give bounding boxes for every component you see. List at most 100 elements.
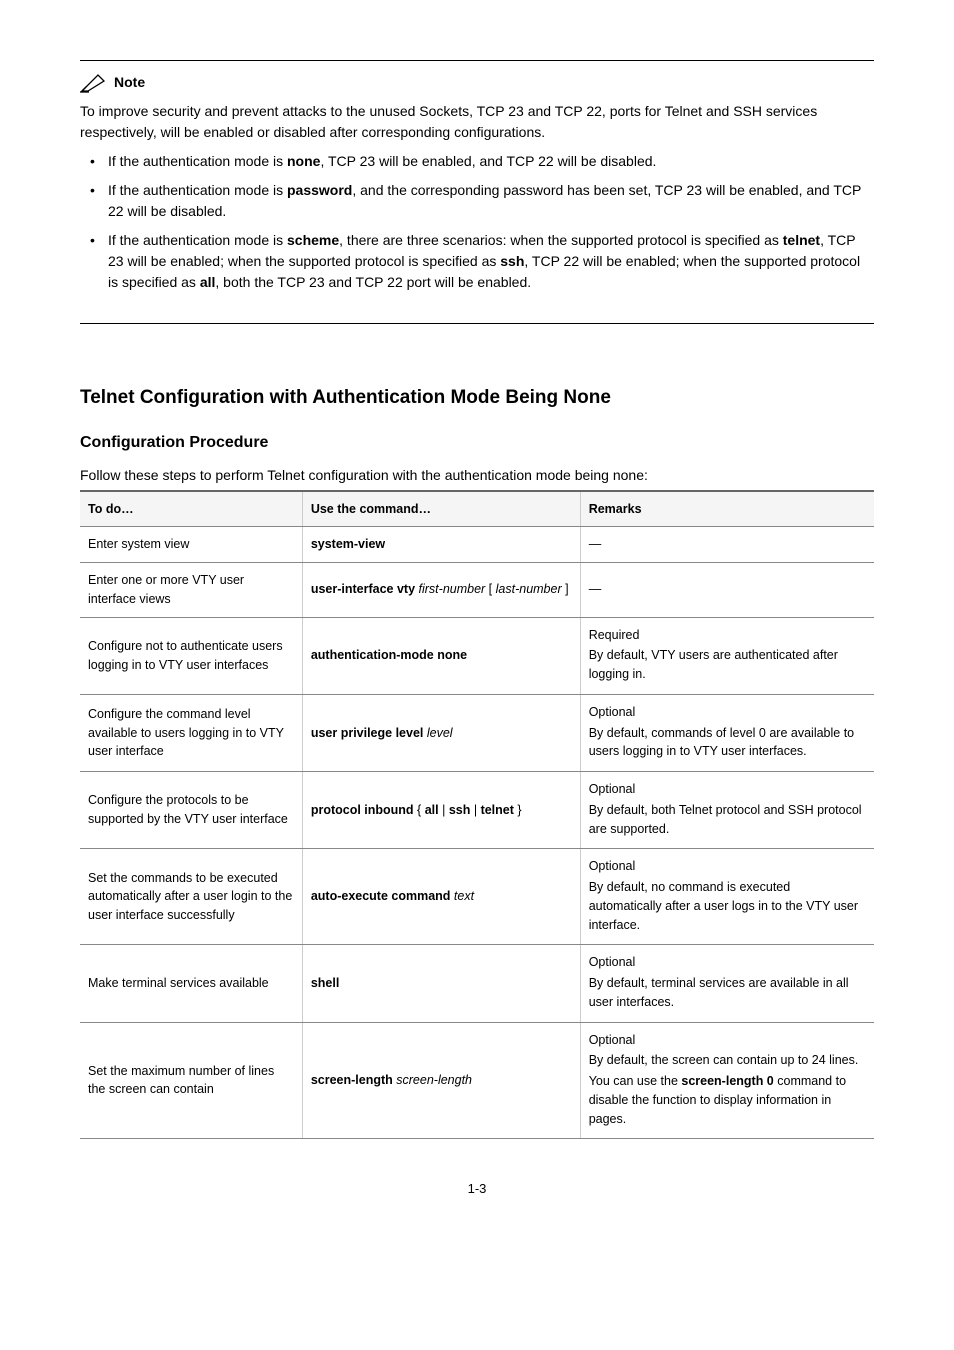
- remark-line: Optional: [589, 953, 866, 972]
- cmd-cell: auto-execute command text: [302, 849, 580, 945]
- cmd: screen-length: [311, 1073, 393, 1087]
- col-todo: To do…: [80, 491, 302, 527]
- todo-cell: Configure not to authenticate users logg…: [80, 617, 302, 694]
- remark-line: Optional: [589, 1031, 866, 1050]
- cmd: protocol inbound: [311, 803, 414, 817]
- cmd-cell: screen-length screen-length: [302, 1022, 580, 1139]
- arg: first-number: [419, 582, 486, 596]
- table-row: Enter one or more VTY user interface vie…: [80, 563, 874, 618]
- remark-line: Optional: [589, 857, 866, 876]
- cmd-cell: authentication-mode none: [302, 617, 580, 694]
- cmd-cell: shell: [302, 945, 580, 1022]
- note-intro: To improve security and prevent attacks …: [80, 101, 874, 143]
- text: {: [414, 803, 425, 817]
- text: , both the TCP 23 and TCP 22 port will b…: [215, 274, 531, 290]
- remarks-cell: Optional By default, the screen can cont…: [580, 1022, 874, 1139]
- opt: telnet: [481, 803, 514, 817]
- proto: telnet: [783, 232, 820, 248]
- remark-line: By default, VTY users are authenticated …: [589, 646, 866, 684]
- steps-caption: Follow these steps to perform Telnet con…: [80, 465, 874, 486]
- text: , there are three scenarios: when the su…: [339, 232, 783, 248]
- opt: all: [425, 803, 439, 817]
- text: , TCP 23 will be enabled, and TCP 22 wil…: [320, 153, 656, 169]
- table-row: Configure the command level available to…: [80, 694, 874, 771]
- arg: level: [427, 726, 453, 740]
- text: If the authentication mode is: [108, 153, 287, 169]
- proto: ssh: [500, 253, 524, 269]
- remark-line: Optional: [589, 780, 866, 799]
- note-header: Note: [80, 71, 874, 93]
- note-body: To improve security and prevent attacks …: [80, 101, 874, 293]
- cmd: auto-execute command: [311, 889, 451, 903]
- subsection-heading: Configuration Procedure: [80, 431, 874, 455]
- opt: ssh: [449, 803, 471, 817]
- todo-cell: Make terminal services available: [80, 945, 302, 1022]
- arg: last-number: [496, 582, 562, 596]
- remark-line: By default, both Telnet protocol and SSH…: [589, 801, 866, 839]
- table-header-row: To do… Use the command… Remarks: [80, 491, 874, 527]
- page-number: 1-3: [80, 1179, 874, 1199]
- section-heading: Telnet Configuration with Authentication…: [80, 384, 874, 413]
- remarks-cell: Required By default, VTY users are authe…: [580, 617, 874, 694]
- remark-line: Required: [589, 626, 866, 645]
- cmd-cell: protocol inbound { all | ssh | telnet }: [302, 772, 580, 849]
- arg: text: [454, 889, 474, 903]
- arg: screen-length: [396, 1073, 472, 1087]
- cmd-cell: system-view: [302, 527, 580, 563]
- text: [: [485, 582, 495, 596]
- mode: none: [287, 153, 320, 169]
- col-remarks: Remarks: [580, 491, 874, 527]
- text: |: [439, 803, 449, 817]
- remarks-cell: Optional By default, terminal services a…: [580, 945, 874, 1022]
- todo-cell: Set the commands to be executed automati…: [80, 849, 302, 945]
- note-label: Note: [114, 72, 145, 93]
- text: }: [514, 803, 522, 817]
- mode: password: [287, 182, 352, 198]
- table-row: Enter system view system-view —: [80, 527, 874, 563]
- cmd: authentication-mode none: [311, 648, 467, 662]
- remarks-cell: Optional By default, both Telnet protoco…: [580, 772, 874, 849]
- todo-cell: Configure the command level available to…: [80, 694, 302, 771]
- cmd-cell: user privilege level level: [302, 694, 580, 771]
- remarks-cell: —: [580, 563, 874, 618]
- note-bullets: If the authentication mode is none, TCP …: [80, 151, 874, 293]
- table-row: Make terminal services available shell O…: [80, 945, 874, 1022]
- todo-cell: Configure the protocols to be supported …: [80, 772, 302, 849]
- remark-line: Optional: [589, 703, 866, 722]
- cmd: shell: [311, 976, 340, 990]
- config-table: To do… Use the command… Remarks Enter sy…: [80, 490, 874, 1140]
- remarks-cell: Optional By default, commands of level 0…: [580, 694, 874, 771]
- todo-cell: Enter system view: [80, 527, 302, 563]
- table-row: Configure the protocols to be supported …: [80, 772, 874, 849]
- remark-line: By default, terminal services are availa…: [589, 974, 866, 1012]
- text: You can use the: [589, 1074, 682, 1088]
- todo-cell: Set the maximum number of lines the scre…: [80, 1022, 302, 1139]
- todo-cell: Enter one or more VTY user interface vie…: [80, 563, 302, 618]
- text: |: [470, 803, 480, 817]
- remark-line: By default, commands of level 0 are avai…: [589, 724, 866, 762]
- text: If the authentication mode is: [108, 182, 287, 198]
- note-box: Note To improve security and prevent att…: [80, 60, 874, 324]
- proto: all: [200, 274, 216, 290]
- cmd-cell: user-interface vty first-number [ last-n…: [302, 563, 580, 618]
- table-row: Set the maximum number of lines the scre…: [80, 1022, 874, 1139]
- remark-line: By default, the screen can contain up to…: [589, 1051, 866, 1070]
- cmd: system-view: [311, 537, 385, 551]
- cmd: user privilege level: [311, 726, 424, 740]
- note-icon: [80, 71, 108, 93]
- remark-line: By default, no command is executed autom…: [589, 878, 866, 934]
- text: ]: [562, 582, 569, 596]
- remarks-cell: Optional By default, no command is execu…: [580, 849, 874, 945]
- table-row: Set the commands to be executed automati…: [80, 849, 874, 945]
- cmd: screen-length 0: [681, 1074, 773, 1088]
- mode: scheme: [287, 232, 339, 248]
- cmd: user-interface vty: [311, 582, 415, 596]
- col-cmd: Use the command…: [302, 491, 580, 527]
- remark-line: You can use the screen-length 0 command …: [589, 1072, 866, 1128]
- table-row: Configure not to authenticate users logg…: [80, 617, 874, 694]
- note-bullet: If the authentication mode is password, …: [80, 180, 874, 222]
- note-bullet: If the authentication mode is none, TCP …: [80, 151, 874, 172]
- text: If the authentication mode is: [108, 232, 287, 248]
- remarks-cell: —: [580, 527, 874, 563]
- note-bullet: If the authentication mode is scheme, th…: [80, 230, 874, 293]
